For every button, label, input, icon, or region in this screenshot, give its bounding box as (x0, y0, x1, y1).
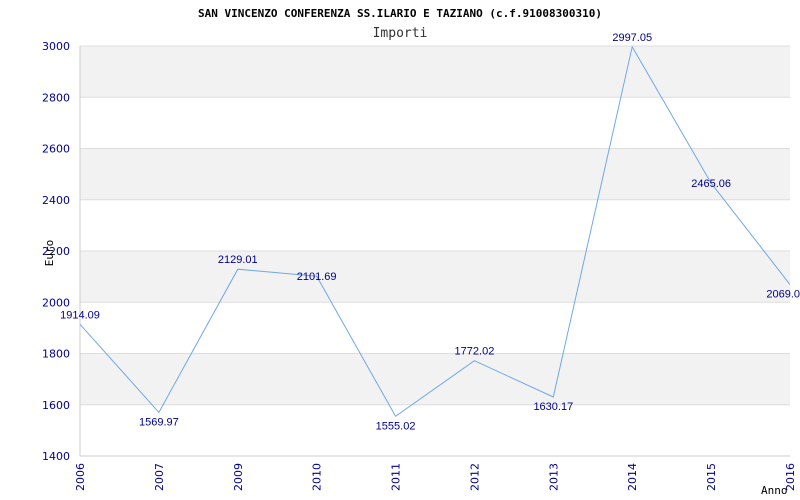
x-tick-label: 2015 (705, 463, 718, 491)
background-band (80, 148, 790, 200)
y-tick-label: 2800 (42, 91, 70, 104)
x-tick-label: 2009 (232, 463, 245, 491)
data-label: 1630.17 (533, 401, 573, 413)
x-tick-label: 2010 (311, 463, 324, 491)
background-band (80, 353, 790, 405)
data-label: 2101.69 (297, 271, 337, 283)
x-tick-label: 2007 (153, 463, 166, 491)
y-axis-label: Euro (43, 240, 56, 267)
background-band (80, 251, 790, 303)
chart-subtitle: Importi (373, 26, 428, 41)
x-axis-label: Anno (761, 484, 788, 497)
data-label: 2465.06 (691, 178, 731, 190)
gridlines (80, 45, 790, 406)
x-tick-label: 2012 (468, 463, 481, 491)
data-label: 2069.0 (766, 289, 800, 301)
data-label: 1569.97 (139, 416, 179, 428)
line-chart: 140016001800200022002400260028003000 200… (42, 7, 800, 497)
data-label: 2129.01 (218, 254, 258, 266)
y-tick-label: 2000 (42, 296, 70, 309)
x-tick-labels: 2006 2007 2009 2010 2011 2012 2013 2014 2015 2016 (74, 463, 797, 491)
x-tick-label: 2006 (74, 463, 87, 491)
y-tick-label: 1600 (42, 399, 70, 412)
y-tick-label: 2400 (42, 194, 70, 207)
data-label: 1772.02 (455, 346, 495, 358)
y-tick-label: 2600 (42, 143, 70, 156)
x-tick-label: 2014 (626, 463, 639, 491)
background-bands (80, 46, 790, 405)
y-tick-label: 1400 (42, 450, 70, 463)
data-label: 1555.02 (376, 420, 416, 432)
x-tick-label: 2013 (547, 463, 560, 491)
data-label: 2997.05 (612, 32, 652, 44)
x-tick-label: 2011 (390, 463, 403, 491)
y-tick-label: 1800 (42, 348, 70, 361)
data-label: 1914.09 (60, 309, 100, 321)
chart-title: SAN VINCENZO CONFERENZA SS.ILARIO E TAZI… (198, 7, 602, 20)
y-tick-label: 3000 (42, 40, 70, 53)
background-band (80, 46, 790, 98)
